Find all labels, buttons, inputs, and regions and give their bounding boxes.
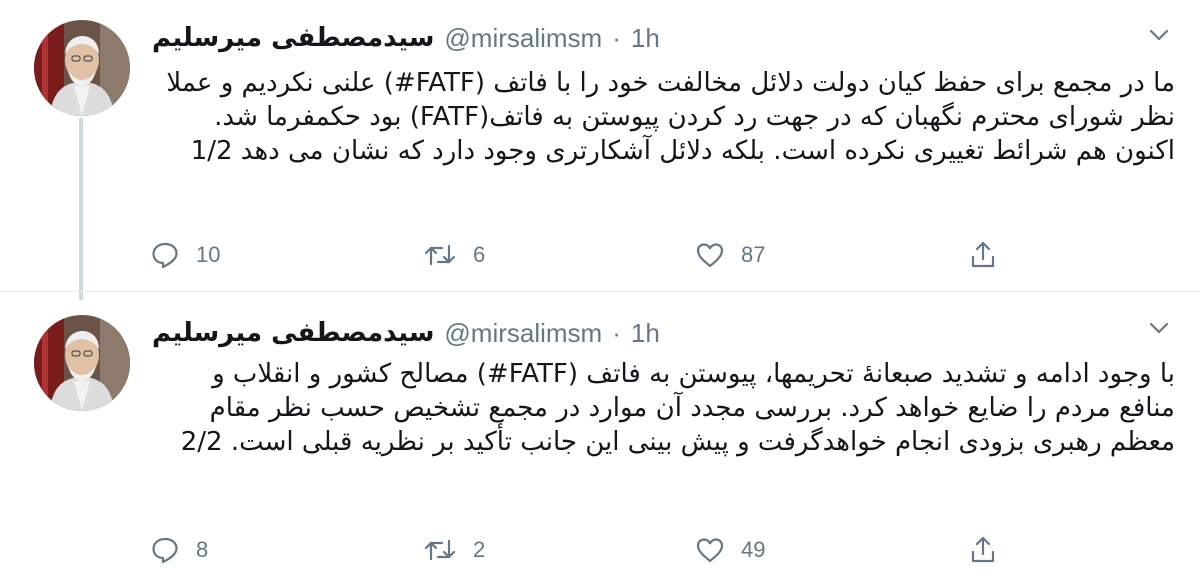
display-name[interactable]: سیدمصطفی میرسلیم: [152, 23, 434, 53]
retweet-count: 6: [473, 242, 486, 267]
chevron-down-icon[interactable]: [1144, 20, 1174, 50]
separator-dot: ·: [612, 22, 621, 53]
reply-count: 10: [196, 242, 221, 267]
share-icon: [968, 535, 998, 565]
tweet-text: با وجود ادامه و تشدید صبعانۀ تحریمها، پی…: [180, 359, 1175, 457]
retweet-button[interactable]: 2: [423, 530, 485, 570]
retweet-count: 2: [473, 537, 486, 562]
heart-icon: [695, 535, 725, 565]
timestamp[interactable]: 1h: [631, 318, 660, 349]
tweet-header: سیدمصطفی میرسلیم @mirsalimsm · 1h: [152, 18, 660, 58]
tweet-actions: 10 6 87: [150, 235, 1010, 275]
reply-count: 8: [196, 537, 209, 562]
retweet-icon: [423, 535, 457, 565]
reply-button[interactable]: 8: [150, 530, 208, 570]
separator-dot: ·: [612, 317, 621, 348]
heart-icon: [695, 240, 725, 270]
avatar[interactable]: [34, 20, 130, 116]
like-count: 49: [741, 537, 766, 562]
thread-connector-line: [79, 118, 83, 300]
profile-photo: [34, 20, 130, 116]
share-button[interactable]: [968, 530, 998, 570]
chevron-down-icon[interactable]: [1144, 313, 1174, 343]
share-icon: [968, 240, 998, 270]
tweet[interactable]: سیدمصطفی میرسلیم @mirsalimsm · 1h ما در …: [0, 0, 1200, 292]
like-button[interactable]: 87: [695, 235, 765, 275]
like-count: 87: [741, 242, 766, 267]
tweet-actions: 8 2 49: [150, 530, 1010, 570]
avatar[interactable]: [34, 315, 130, 411]
reply-icon: [150, 240, 180, 270]
share-button[interactable]: [968, 235, 998, 275]
handle[interactable]: @mirsalimsm: [444, 318, 602, 349]
retweet-button[interactable]: 6: [423, 235, 485, 275]
tweet-text: ما در مجمع برای حفظ کیان دولت دلائل مخال…: [166, 68, 1175, 166]
handle[interactable]: @mirsalimsm: [444, 23, 602, 54]
tweet-header: سیدمصطفی میرسلیم @mirsalimsm · 1h: [152, 313, 660, 353]
reply-button[interactable]: 10: [150, 235, 220, 275]
tweet[interactable]: سیدمصطفی میرسلیم @mirsalimsm · 1h با وجو…: [0, 292, 1200, 579]
reply-icon: [150, 535, 180, 565]
timestamp[interactable]: 1h: [631, 23, 660, 54]
like-button[interactable]: 49: [695, 530, 765, 570]
profile-photo: [34, 315, 130, 411]
display-name[interactable]: سیدمصطفی میرسلیم: [152, 318, 434, 348]
retweet-icon: [423, 240, 457, 270]
